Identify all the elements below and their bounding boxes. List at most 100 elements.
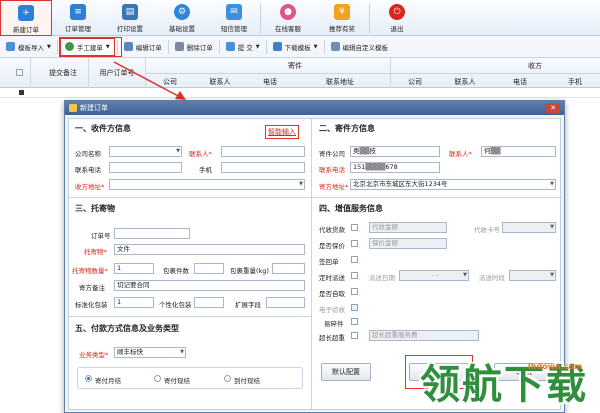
column-header-receiver-phone[interactable]: 电话 [500,77,540,87]
close-icon[interactable]: ✕ [546,103,560,113]
grid-divider [88,58,89,88]
ribbon-exit-button[interactable]: ⏻ 退出 [370,0,424,36]
ribbon-sms-button[interactable]: ✉ 短信管理 [208,0,260,36]
main-ribbon: + 新建订单 ≡ 订单管理 ▤ 打印设置 ⚙ 基础设置 ✉ 短信管理 ● 在线客… [0,0,600,36]
default-config-button[interactable]: 默认配置 [321,363,371,381]
delete-order-button[interactable]: 删除订单 [171,38,217,56]
grid-divider [145,73,600,74]
annotation-arrow [113,61,186,100]
sender-company-field[interactable]: 奥▒▒技 [350,146,440,157]
cod-amount-field[interactable]: 代收金额 [369,222,447,233]
receiver-address-field[interactable]: ▼ [109,179,305,190]
download-template-label: 下载模板 [284,43,311,52]
e-receipt-checkbox[interactable] [351,304,358,311]
ribbon-label: 短信管理 [221,25,247,33]
sender-address-value: 北京北京市东城区东大街1234号 [353,180,448,188]
insured-checkbox[interactable] [351,240,358,247]
dialog-app-icon [69,104,77,112]
insured-amount-field[interactable]: 保价金额 [369,238,447,249]
business-type-label: 业务类型* [79,351,109,359]
sender-group-header: 寄件 [288,62,302,70]
payment-cod-radio[interactable] [224,375,231,382]
fragile-checkbox[interactable] [351,318,358,325]
column-header-sender-contact[interactable]: 联系人 [200,77,240,87]
edit-custom-template-label: 编辑自定义模板 [342,43,389,52]
toolbar-separator [265,39,267,54]
toolbar-separator [56,39,58,54]
payment-cash-radio[interactable] [154,375,161,382]
sender-remark-field[interactable]: 切记要合同 [114,280,305,291]
row-indicator [19,90,24,95]
printer-icon: ▤ [122,4,138,20]
payment-cod-label: 到付现结 [234,377,260,385]
extension-field-input[interactable] [266,297,305,308]
order-number-field[interactable] [114,228,190,239]
package-weight-field[interactable] [272,263,305,274]
chevron-down-icon: ▼ [176,148,180,154]
column-header-receiver-mobile[interactable]: 手机 [555,77,595,87]
package-count-field[interactable] [194,263,224,274]
payment-section-heading: 五、付款方式信息及业务类型 [75,324,179,333]
ribbon-referral-button[interactable]: ¥ 推荐有奖 [315,0,369,36]
ribbon-basic-settings-button[interactable]: ⚙ 基础设置 [156,0,208,36]
column-header-sender-address[interactable]: 联系地址 [305,77,375,87]
receiver-contact-field[interactable] [221,146,305,157]
oversize-checkbox[interactable] [351,332,358,339]
receipt-return-checkbox[interactable] [351,256,358,263]
receiver-mobile-field[interactable] [221,162,305,173]
receiver-phone-field[interactable] [109,162,182,173]
submit-label: 提 交 [237,43,253,52]
delivery-date-value: - - [431,271,439,279]
chevron-down-icon: ▼ [463,272,467,278]
self-pickup-checkbox[interactable] [351,288,358,295]
ribbon-print-settings-button[interactable]: ▤ 打印设置 [104,0,156,36]
receiver-company-field[interactable]: ▼ [109,146,182,157]
manual-entry-highlight [59,37,122,57]
import-icon [6,42,15,51]
goods-quantity-field[interactable]: 1 [114,263,154,274]
delivery-date-field[interactable]: - - ▼ [399,270,469,281]
edit-icon [123,42,133,51]
ribbon-label: 在线客服 [275,25,301,33]
select-all-checkbox[interactable] [16,69,23,76]
sender-contact-field[interactable]: 何▒▒ [481,146,556,157]
chevron-down-icon: ▼ [550,272,554,278]
payment-monthly-radio[interactable] [85,375,92,382]
sender-section-heading: 二、寄件方信息 [319,124,375,133]
standard-packaging-field[interactable]: 1 [114,297,154,308]
sender-phone-field[interactable]: 151▒▒▒▒678 [350,162,440,173]
cod-checkbox[interactable] [351,224,358,231]
sender-address-field[interactable]: 北京北京市东城区东大街1234号 ▼ [350,179,556,190]
toolbar-separator [167,39,169,54]
watermark-logo: 领航下载 [420,362,588,408]
template-import-button[interactable]: 模板导入 ▼ [2,38,55,56]
oversize-fee-field[interactable]: 超长超重服务费 [369,330,479,341]
ribbon-support-button[interactable]: ● 在线客服 [261,0,315,36]
template-icon [330,42,340,51]
download-template-button[interactable]: 下载模板 ▼ [269,38,322,56]
package-weight-label: 包裹重量(kg) [230,267,269,275]
goods-field[interactable]: 文件 [114,244,305,255]
delivery-time-select[interactable]: ▼ [509,270,556,281]
column-header-sender-phone[interactable]: 电话 [250,77,290,87]
delete-order-label: 删除订单 [186,43,213,52]
table-row[interactable] [0,88,600,98]
scheduled-delivery-checkbox[interactable] [351,272,358,279]
column-header-receiver-company[interactable]: 公司 [395,77,435,87]
edit-custom-template-button[interactable]: 编辑自定义模板 [327,38,393,56]
custom-packaging-field[interactable] [194,297,224,308]
business-type-select[interactable]: 顺丰标快 ▼ [114,347,186,358]
dialog-titlebar: 新建订单 [65,101,564,115]
submit-button[interactable]: 提 交 ▼ [222,38,264,56]
ribbon-order-management-button[interactable]: ≡ 订单管理 [52,0,104,36]
column-header-submit-remark[interactable]: 提交备注 [38,68,88,78]
column-header-receiver-contact[interactable]: 联系人 [445,77,485,87]
ribbon-new-order-button[interactable]: + 新建订单 [0,0,52,36]
section-divider [69,197,562,198]
download-icon [272,42,282,51]
cod-card-select[interactable]: ▼ [502,222,556,233]
smart-input-link[interactable]: 智能输入 [265,125,299,139]
order-list-icon: ≡ [70,4,86,20]
chevron-down-icon: ▼ [313,43,318,50]
edit-order-button[interactable]: 编辑订单 [120,38,166,56]
